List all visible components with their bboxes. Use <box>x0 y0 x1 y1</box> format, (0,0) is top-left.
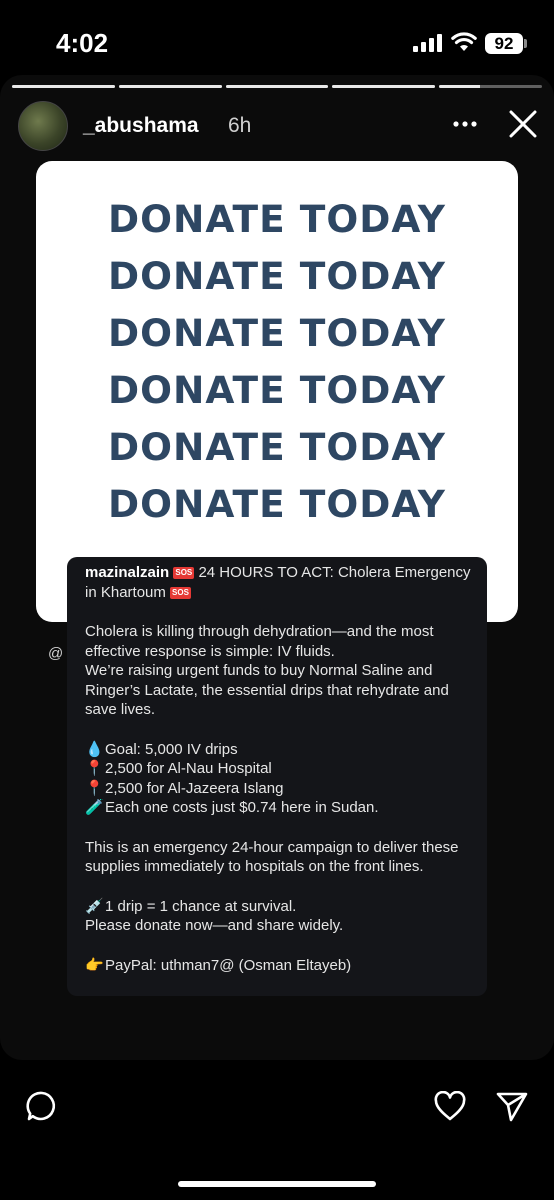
battery-tip <box>524 39 527 48</box>
droplet-icon: 💧 <box>85 740 104 758</box>
paypal-line: PayPal: uthman7@ (Osman Eltayeb) <box>105 956 352 974</box>
progress-segment <box>118 85 222 88</box>
pointing-hand-icon: 👉 <box>85 956 104 974</box>
close-icon[interactable] <box>508 109 538 139</box>
send-icon[interactable] <box>495 1090 529 1122</box>
caption-list-item: Each one costs just $0.74 here in Sudan. <box>105 799 379 816</box>
sos-icon: SOS <box>170 586 191 599</box>
donate-line: DONATE TODAY <box>108 425 446 469</box>
story-time-ago: 6h <box>228 114 252 137</box>
pin-icon: 📍 <box>85 779 104 797</box>
story-username[interactable]: _abushama <box>83 114 199 138</box>
avatar[interactable] <box>18 101 68 151</box>
caption-box: mazinalzain SOS 24 HOURS TO ACT: Cholera… <box>67 557 487 996</box>
sos-icon: SOS <box>173 567 195 579</box>
syringe-icon: 💉 <box>85 897 104 915</box>
caption-list-item: 2,500 for Al-Nau Hospital <box>105 760 272 777</box>
story-header: _abushama 6h <box>0 99 554 155</box>
donate-line: DONATE TODAY <box>108 254 446 298</box>
story-bottom-bar <box>0 1060 554 1200</box>
caption-line: Please donate now—and share widely. <box>85 917 344 934</box>
caption-paragraph: We’re raising urgent funds to buy Normal… <box>85 662 449 718</box>
home-indicator[interactable] <box>178 1181 376 1187</box>
battery-icon: 92 <box>485 33 523 54</box>
more-options-icon[interactable] <box>452 111 478 137</box>
caption-paragraph: This is an emergency 24-hour campaign to… <box>85 838 459 876</box>
progress-segment <box>225 85 329 88</box>
mention-tag[interactable]: @ <box>48 645 63 662</box>
caption-paragraph: Cholera is killing through dehydration—a… <box>85 623 434 660</box>
progress-segment <box>439 85 542 88</box>
donate-card: DONATE TODAY DONATE TODAY DONATE TODAY D… <box>36 161 518 622</box>
story-progress <box>12 85 542 89</box>
test-tube-icon: 🧪 <box>85 799 104 816</box>
pin-icon: 📍 <box>85 760 104 777</box>
caption-username[interactable]: mazinalzain <box>85 564 169 581</box>
donate-line: DONATE TODAY <box>108 197 446 241</box>
donate-line: DONATE TODAY <box>108 368 446 412</box>
story-frame[interactable]: _abushama 6h DONATE TODAY DONATE TODAY D… <box>0 75 554 1060</box>
caption-line: 1 drip = 1 chance at survival. <box>105 897 297 915</box>
caption-list-item: Goal: 5,000 IV drips <box>105 740 238 758</box>
cellular-signal-icon <box>413 34 442 52</box>
progress-segment <box>332 85 436 88</box>
donate-line: DONATE TODAY <box>108 311 446 355</box>
progress-segment <box>12 85 115 88</box>
caption-list-item: 2,500 for Al-Jazeera Islang <box>105 779 284 797</box>
caption-text: mazinalzain SOS 24 HOURS TO ACT: Cholera… <box>85 563 477 975</box>
wifi-icon <box>451 32 477 51</box>
status-bar: 4:02 92 <box>0 0 554 75</box>
status-time: 4:02 <box>56 28 109 58</box>
donate-line: DONATE TODAY <box>108 482 446 526</box>
reply-bubble-icon[interactable] <box>26 1090 58 1122</box>
heart-icon[interactable] <box>433 1091 467 1121</box>
